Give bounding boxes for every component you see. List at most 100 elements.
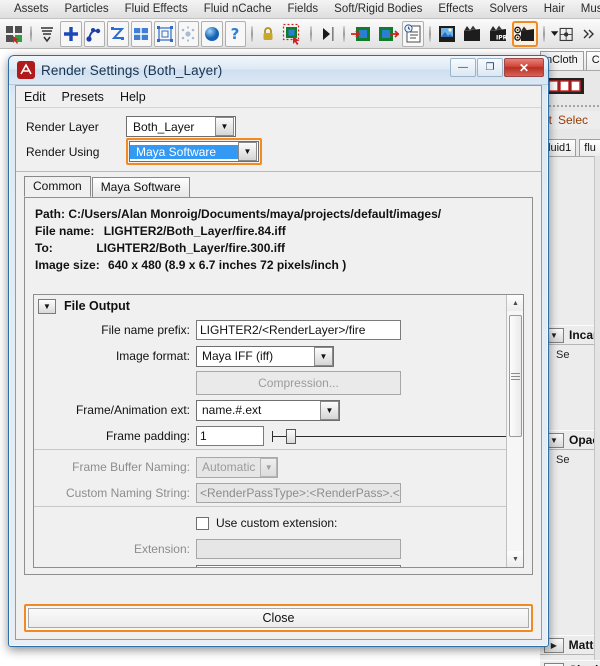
- lock-icon[interactable]: [258, 21, 279, 47]
- menu-fluid-effects[interactable]: Fluid Effects: [117, 3, 196, 15]
- toolbar-separator: [427, 23, 433, 45]
- frame-animation-ext-dropdown[interactable]: name.#.ext ▼: [196, 399, 340, 421]
- render-layer-dropdown[interactable]: Both_Layer ▼: [126, 116, 236, 137]
- menu-fields[interactable]: Fields: [279, 3, 326, 15]
- menu-solvers[interactable]: Solvers: [481, 3, 535, 15]
- file-name-line: File name: LIGHTER2/Both_Layer/fire.84.i…: [35, 223, 524, 240]
- create-polygon-plane-icon[interactable]: [130, 20, 153, 47]
- menu-select[interactable]: Selec: [558, 113, 594, 127]
- menu-soft-rigid-bodies[interactable]: Soft/Rigid Bodies: [326, 3, 430, 15]
- chevron-down-icon[interactable]: ▼: [215, 117, 234, 136]
- version-label-row: Version Label:: [34, 562, 523, 567]
- render-current-frame-icon[interactable]: [281, 21, 305, 47]
- ipr-render-icon[interactable]: IPR: [486, 21, 510, 47]
- section-incandescence[interactable]: ▼ Incar: [540, 325, 600, 345]
- file-name-prefix-input[interactable]: LIGHTER2/<RenderLayer>/fire: [196, 320, 401, 340]
- render-using-dropdown[interactable]: Maya Software ▼: [129, 141, 259, 162]
- settings-scroll-area: ▼ File Output File name prefix: LIGHTER2…: [33, 294, 524, 568]
- settings-vertical-scrollbar[interactable]: ▲ ▼: [506, 295, 523, 567]
- tab-c[interactable]: C: [585, 51, 600, 70]
- maya-right-panel: nCloth C ist Selec fluid1 flu ▼ Incar Se…: [540, 49, 600, 666]
- redo-view-icon[interactable]: [350, 21, 374, 47]
- dialog-titlebar[interactable]: Render Settings (Both_Layer) — ❐ ✕: [9, 56, 548, 85]
- particle-emitter-icon[interactable]: [177, 20, 200, 47]
- play-blast-icon[interactable]: [317, 21, 338, 47]
- compression-button[interactable]: Compression...: [196, 371, 401, 395]
- common-tab-panel: Path: C:/Users/Alan Monroig/Documents/ma…: [24, 197, 533, 575]
- render-layer-editor-icon[interactable]: [549, 21, 575, 47]
- image-format-dropdown[interactable]: Maya IFF (iff) ▼: [196, 345, 334, 367]
- render-sequence-icon[interactable]: [460, 21, 484, 47]
- slider-thumb[interactable]: [286, 429, 296, 444]
- frame-buffer-naming-value: Automatic: [202, 460, 256, 474]
- section-matte[interactable]: ▶ Matte: [540, 635, 600, 655]
- chevron-down-icon[interactable]: ▼: [238, 142, 257, 161]
- render-view-icon[interactable]: [436, 21, 458, 47]
- menu-fluid-ncache[interactable]: Fluid nCache: [196, 3, 280, 15]
- minimize-button[interactable]: —: [450, 58, 476, 77]
- menu-hair[interactable]: Hair: [536, 3, 573, 15]
- tab-maya-software[interactable]: Maya Software: [91, 177, 190, 197]
- scrollbar-thumb[interactable]: [509, 315, 522, 437]
- version-label-input[interactable]: [196, 565, 401, 567]
- use-custom-extension-row: Use custom extension:: [34, 510, 523, 536]
- select-by-component-icon[interactable]: [3, 21, 25, 47]
- tab-fluid-shape[interactable]: flu: [579, 139, 600, 157]
- snap-to-grid-icon[interactable]: [37, 21, 58, 47]
- menu-particles[interactable]: Particles: [57, 3, 117, 15]
- toolbar-separator: [541, 23, 547, 45]
- svg-text:IPR: IPR: [496, 34, 508, 41]
- menu-effects[interactable]: Effects: [430, 3, 481, 15]
- file-name-prefix-label: File name prefix:: [101, 323, 190, 337]
- dialog-menu-help[interactable]: Help: [120, 90, 156, 104]
- custom-naming-string-input[interactable]: <RenderPassType>:<RenderPass>.<Came: [196, 483, 401, 503]
- render-using-highlight: Maya Software ▼: [126, 138, 262, 165]
- scroll-up-arrow-icon[interactable]: ▲: [507, 295, 523, 311]
- right-panel-menu-row: ist Selec: [540, 111, 600, 129]
- more-tools-icon[interactable]: [577, 21, 598, 47]
- display-render-stats-icon[interactable]: [402, 20, 425, 47]
- dialog-tabs: Common Maya Software: [16, 172, 541, 197]
- file-name-prefix-row: File name prefix: LIGHTER2/<RenderLayer>…: [34, 317, 523, 343]
- frame-animation-ext-label: Frame/Animation ext:: [75, 403, 190, 417]
- create-curve-icon[interactable]: [83, 20, 106, 47]
- scroll-down-arrow-icon[interactable]: ▼: [507, 551, 523, 567]
- maximize-button[interactable]: ❐: [477, 58, 503, 77]
- toolbar-separator: [249, 23, 255, 45]
- help-icon[interactable]: ?: [224, 20, 247, 47]
- panel-drag-handle[interactable]: [540, 104, 600, 109]
- frame-padding-input[interactable]: 1: [196, 426, 264, 446]
- film-strip-icon[interactable]: [546, 77, 586, 95]
- image-format-value: Maya IFF (iff): [202, 349, 274, 363]
- file-output-header[interactable]: ▼ File Output: [34, 295, 523, 317]
- render-setup-rows: Render Layer Both_Layer ▼ Render Using M…: [16, 108, 541, 172]
- menu-muscle[interactable]: Muscle: [573, 3, 600, 15]
- dialog-content: Edit Presets Help Render Layer Both_Laye…: [15, 85, 542, 640]
- chevron-down-icon[interactable]: ▼: [320, 400, 339, 420]
- right-panel-scrollbar[interactable]: [594, 156, 600, 660]
- dialog-menu-presets[interactable]: Presets: [62, 90, 114, 104]
- chevron-down-icon[interactable]: ▼: [260, 457, 277, 477]
- close-button[interactable]: Close: [28, 608, 529, 628]
- close-window-button[interactable]: ✕: [504, 58, 544, 77]
- toolbar-separator: [28, 23, 34, 45]
- dialog-menu-edit[interactable]: Edit: [24, 90, 56, 104]
- frame-buffer-naming-dropdown[interactable]: Automatic ▼: [196, 456, 278, 478]
- chevron-down-icon[interactable]: ▼: [38, 298, 56, 314]
- extension-input[interactable]: [196, 539, 401, 559]
- section-opacity[interactable]: ▼ Opac: [540, 430, 600, 450]
- create-polygon-icon[interactable]: [60, 20, 82, 47]
- render-settings-icon[interactable]: [511, 20, 538, 47]
- frame-padding-slider[interactable]: [272, 427, 513, 445]
- use-custom-extension-checkbox[interactable]: [196, 516, 209, 530]
- tab-common[interactable]: Common: [24, 176, 91, 197]
- undo-view-icon[interactable]: [376, 21, 400, 47]
- section-shading[interactable]: ▶ Shad: [540, 660, 600, 666]
- menu-assets[interactable]: Assets: [6, 3, 57, 15]
- chevron-right-icon[interactable]: ▶: [544, 662, 564, 666]
- chevron-down-icon[interactable]: ▼: [314, 346, 333, 366]
- toolbar-separator: [341, 23, 347, 45]
- lattice-deform-icon[interactable]: [154, 20, 176, 47]
- create-sphere-icon[interactable]: [201, 20, 223, 47]
- create-ep-curve-icon[interactable]: [107, 20, 129, 47]
